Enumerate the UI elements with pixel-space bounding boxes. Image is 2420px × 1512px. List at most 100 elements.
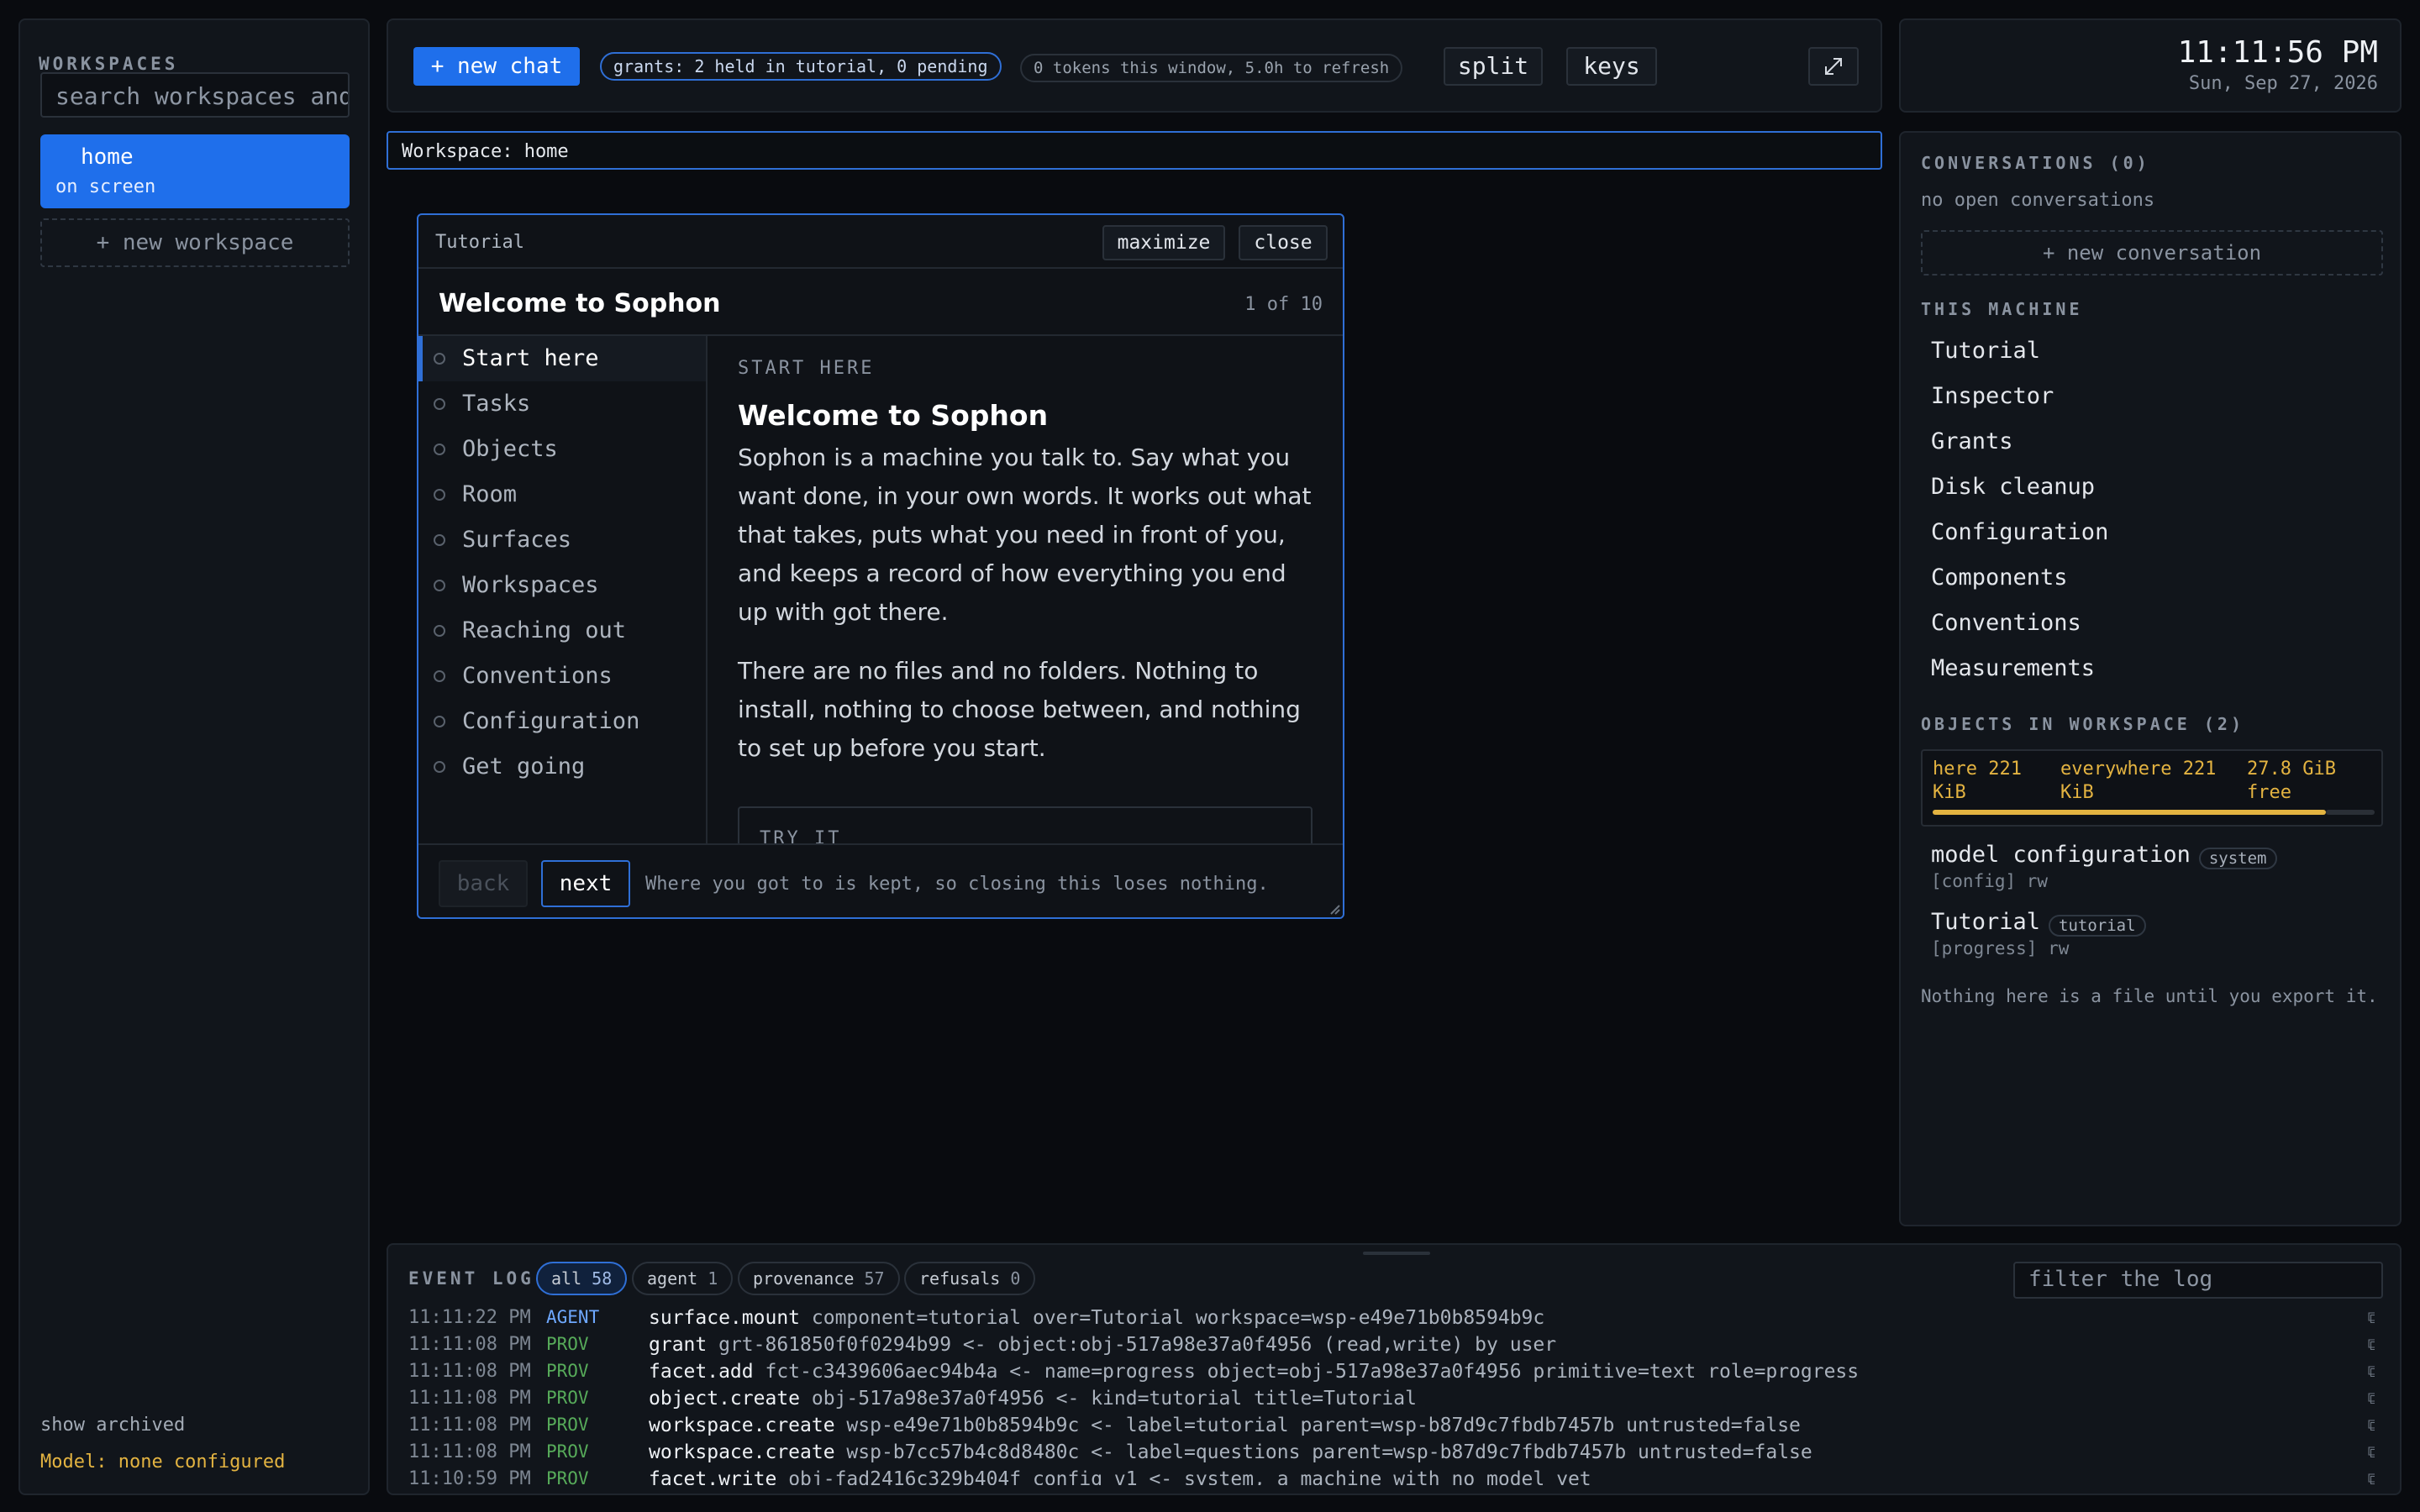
event-log-header: EVENT LOG	[408, 1268, 534, 1289]
log-row[interactable]: 11:11:08 PM PROV facet.add fct-c3439606aec…	[408, 1361, 2375, 1388]
circle-icon	[434, 444, 445, 455]
tutorial-nav-room[interactable]: Room	[418, 472, 706, 517]
object-item-model-configuration[interactable]: model configuration system [config] rw	[1931, 842, 2277, 891]
log-row[interactable]: 11:11:08 PM PROV object.create obj-517a98e…	[408, 1388, 2375, 1415]
filter-chip-all[interactable]: all 58	[536, 1262, 628, 1295]
log-entry: grant grt-861850f0f0294b99 <- object:obj…	[649, 1334, 1556, 1356]
nav-label: Start here	[462, 345, 599, 371]
log-op: surface.mount	[649, 1307, 801, 1329]
section-title: Welcome to Sophon	[738, 399, 1049, 432]
tutorial-nav-get-going[interactable]: Get going	[418, 744, 706, 790]
tutorial-nav-start-here[interactable]: Start here	[418, 336, 706, 381]
workspace-search-input[interactable]: search workspaces and	[40, 72, 350, 118]
resize-grip[interactable]	[1363, 1252, 1430, 1255]
circle-icon	[434, 761, 445, 773]
log-op: workspace.create	[649, 1415, 835, 1436]
log-row[interactable]: 11:11:08 PM PROV grant grt-861850f0f0294b9…	[408, 1334, 2375, 1361]
machine-item-components[interactable]: Components	[1931, 564, 2068, 591]
copy-icon[interactable]: ⧉	[2368, 1361, 2375, 1381]
top-bar: + new chat grants: 2 held in tutorial, 0…	[387, 18, 1882, 113]
tutorial-progress: 1 of 10	[1244, 294, 1323, 315]
workspace-title-bar: Workspace: home	[387, 131, 1882, 170]
back-button[interactable]: back	[439, 860, 528, 907]
nav-label: Room	[462, 481, 518, 507]
log-entry: workspace.create wsp-e49e71b0b8594b9c <-…	[649, 1415, 1801, 1436]
model-status[interactable]: Model: none configured	[40, 1452, 285, 1473]
copy-icon[interactable]: ⧉	[2368, 1415, 2375, 1435]
keys-button[interactable]: keys	[1566, 47, 1657, 86]
log-time: 11:11:08 PM	[408, 1334, 531, 1355]
tutorial-nav-tasks[interactable]: Tasks	[418, 381, 706, 427]
machine-item-inspector[interactable]: Inspector	[1931, 383, 2054, 409]
copy-icon[interactable]: ⧉	[2368, 1388, 2375, 1408]
log-row[interactable]: 11:11:22 PM AGENT surface.mount component=…	[408, 1307, 2375, 1334]
clock-date: Sun, Sep 27, 2026	[2188, 73, 2378, 94]
log-op: facet.add	[649, 1361, 754, 1383]
copy-icon[interactable]: ⧉	[2368, 1441, 2375, 1462]
log-row[interactable]: 11:10:59 PM PROV facet.write obj-fad2416c3…	[408, 1468, 2375, 1485]
section-paragraph: There are no files and no folders. Nothi…	[738, 657, 1301, 762]
log-type: AGENT	[546, 1307, 600, 1327]
object-tag: tutorial	[2049, 914, 2146, 937]
log-row[interactable]: 11:11:08 PM PROV workspace.create wsp-b7cc…	[408, 1441, 2375, 1468]
machine-item-conventions[interactable]: Conventions	[1931, 610, 2081, 636]
split-button[interactable]: split	[1444, 47, 1543, 86]
log-type: PROV	[546, 1415, 589, 1435]
copy-icon[interactable]: ⧉	[2368, 1307, 2375, 1327]
no-conversations-text: no open conversations	[1921, 190, 2155, 211]
log-entry: surface.mount component=tutorial over=Tu…	[649, 1307, 1544, 1329]
object-item-tutorial[interactable]: Tutorial tutorial [progress] rw	[1931, 909, 2146, 958]
machine-item-tutorial[interactable]: Tutorial	[1931, 338, 2040, 364]
tutorial-nav-objects[interactable]: Objects	[418, 427, 706, 472]
log-entry: facet.write obj-fad2416c329b404f config …	[649, 1468, 1591, 1485]
storage-free: 27.8 GiB free	[2247, 759, 2336, 803]
circle-icon	[434, 398, 445, 410]
export-note: Nothing here is a file until you export …	[1921, 986, 2378, 1006]
nav-label: Workspaces	[462, 572, 599, 598]
expand-icon[interactable]	[1808, 47, 1859, 86]
copy-icon[interactable]: ⧉	[2368, 1334, 2375, 1354]
maximize-button[interactable]: maximize	[1102, 225, 1225, 260]
tutorial-nav-surfaces[interactable]: Surfaces	[418, 517, 706, 563]
workspace-item-home[interactable]: home on screen	[40, 134, 350, 208]
machine-item-grants[interactable]: Grants	[1931, 428, 2013, 454]
close-button[interactable]: close	[1239, 225, 1328, 260]
filter-chip-refusals[interactable]: refusals 0	[904, 1262, 1036, 1295]
nav-label: Tasks	[462, 391, 531, 417]
tutorial-nav-reaching-out[interactable]: Reaching out	[418, 608, 706, 654]
log-detail: obj-fad2416c329b404f config v1 <- system…	[788, 1468, 1591, 1485]
log-row[interactable]: 11:11:08 PM PROV workspace.create wsp-e49e…	[408, 1415, 2375, 1441]
new-chat-button[interactable]: + new chat	[413, 47, 580, 86]
show-archived-link[interactable]: show archived	[40, 1415, 185, 1436]
grants-badge[interactable]: grants: 2 held in tutorial, 0 pending	[600, 52, 1002, 81]
circle-icon	[434, 489, 445, 501]
filter-chip-provenance[interactable]: provenance 57	[738, 1262, 900, 1295]
log-filter-input[interactable]: filter the log	[2013, 1262, 2383, 1299]
tutorial-nav-configuration[interactable]: Configuration	[418, 699, 706, 744]
machine-item-measurements[interactable]: Measurements	[1931, 655, 2095, 681]
log-time: 11:11:08 PM	[408, 1415, 531, 1436]
chip-label: all	[551, 1268, 582, 1289]
tutorial-nav-workspaces[interactable]: Workspaces	[418, 563, 706, 608]
filter-chip-agent[interactable]: agent 1	[632, 1262, 734, 1295]
next-button[interactable]: next	[541, 860, 630, 907]
tutorial-nav: Start here Tasks Objects Room Surfaces W…	[418, 336, 708, 843]
machine-item-configuration[interactable]: Configuration	[1931, 519, 2108, 545]
section-kicker: START HERE	[738, 358, 875, 379]
log-time: 11:11:22 PM	[408, 1307, 531, 1328]
log-detail: wsp-e49e71b0b8594b9c <- label=tutorial p…	[846, 1415, 1801, 1436]
nav-label: Surfaces	[462, 527, 572, 553]
chip-count: 57	[864, 1268, 885, 1289]
resize-handle-icon[interactable]	[1328, 902, 1341, 916]
tutorial-content: START HERE Welcome to Sophon Sophon is a…	[709, 336, 1343, 843]
tutorial-title-bar[interactable]: Tutorial maximize close	[418, 215, 1343, 269]
sidebar-header: WORKSPACES	[39, 54, 179, 74]
new-workspace-button[interactable]: + new workspace	[40, 218, 350, 267]
copy-icon[interactable]: ⧉	[2368, 1468, 2375, 1485]
new-conversation-button[interactable]: + new conversation	[1921, 230, 2383, 276]
machine-item-disk-cleanup[interactable]: Disk cleanup	[1931, 474, 2095, 500]
chip-count: 58	[592, 1268, 613, 1289]
storage-here: here 221 KiB	[1933, 759, 2022, 803]
clock-panel: 11:11:56 PM Sun, Sep 27, 2026	[1899, 18, 2402, 113]
tutorial-nav-conventions[interactable]: Conventions	[418, 654, 706, 699]
